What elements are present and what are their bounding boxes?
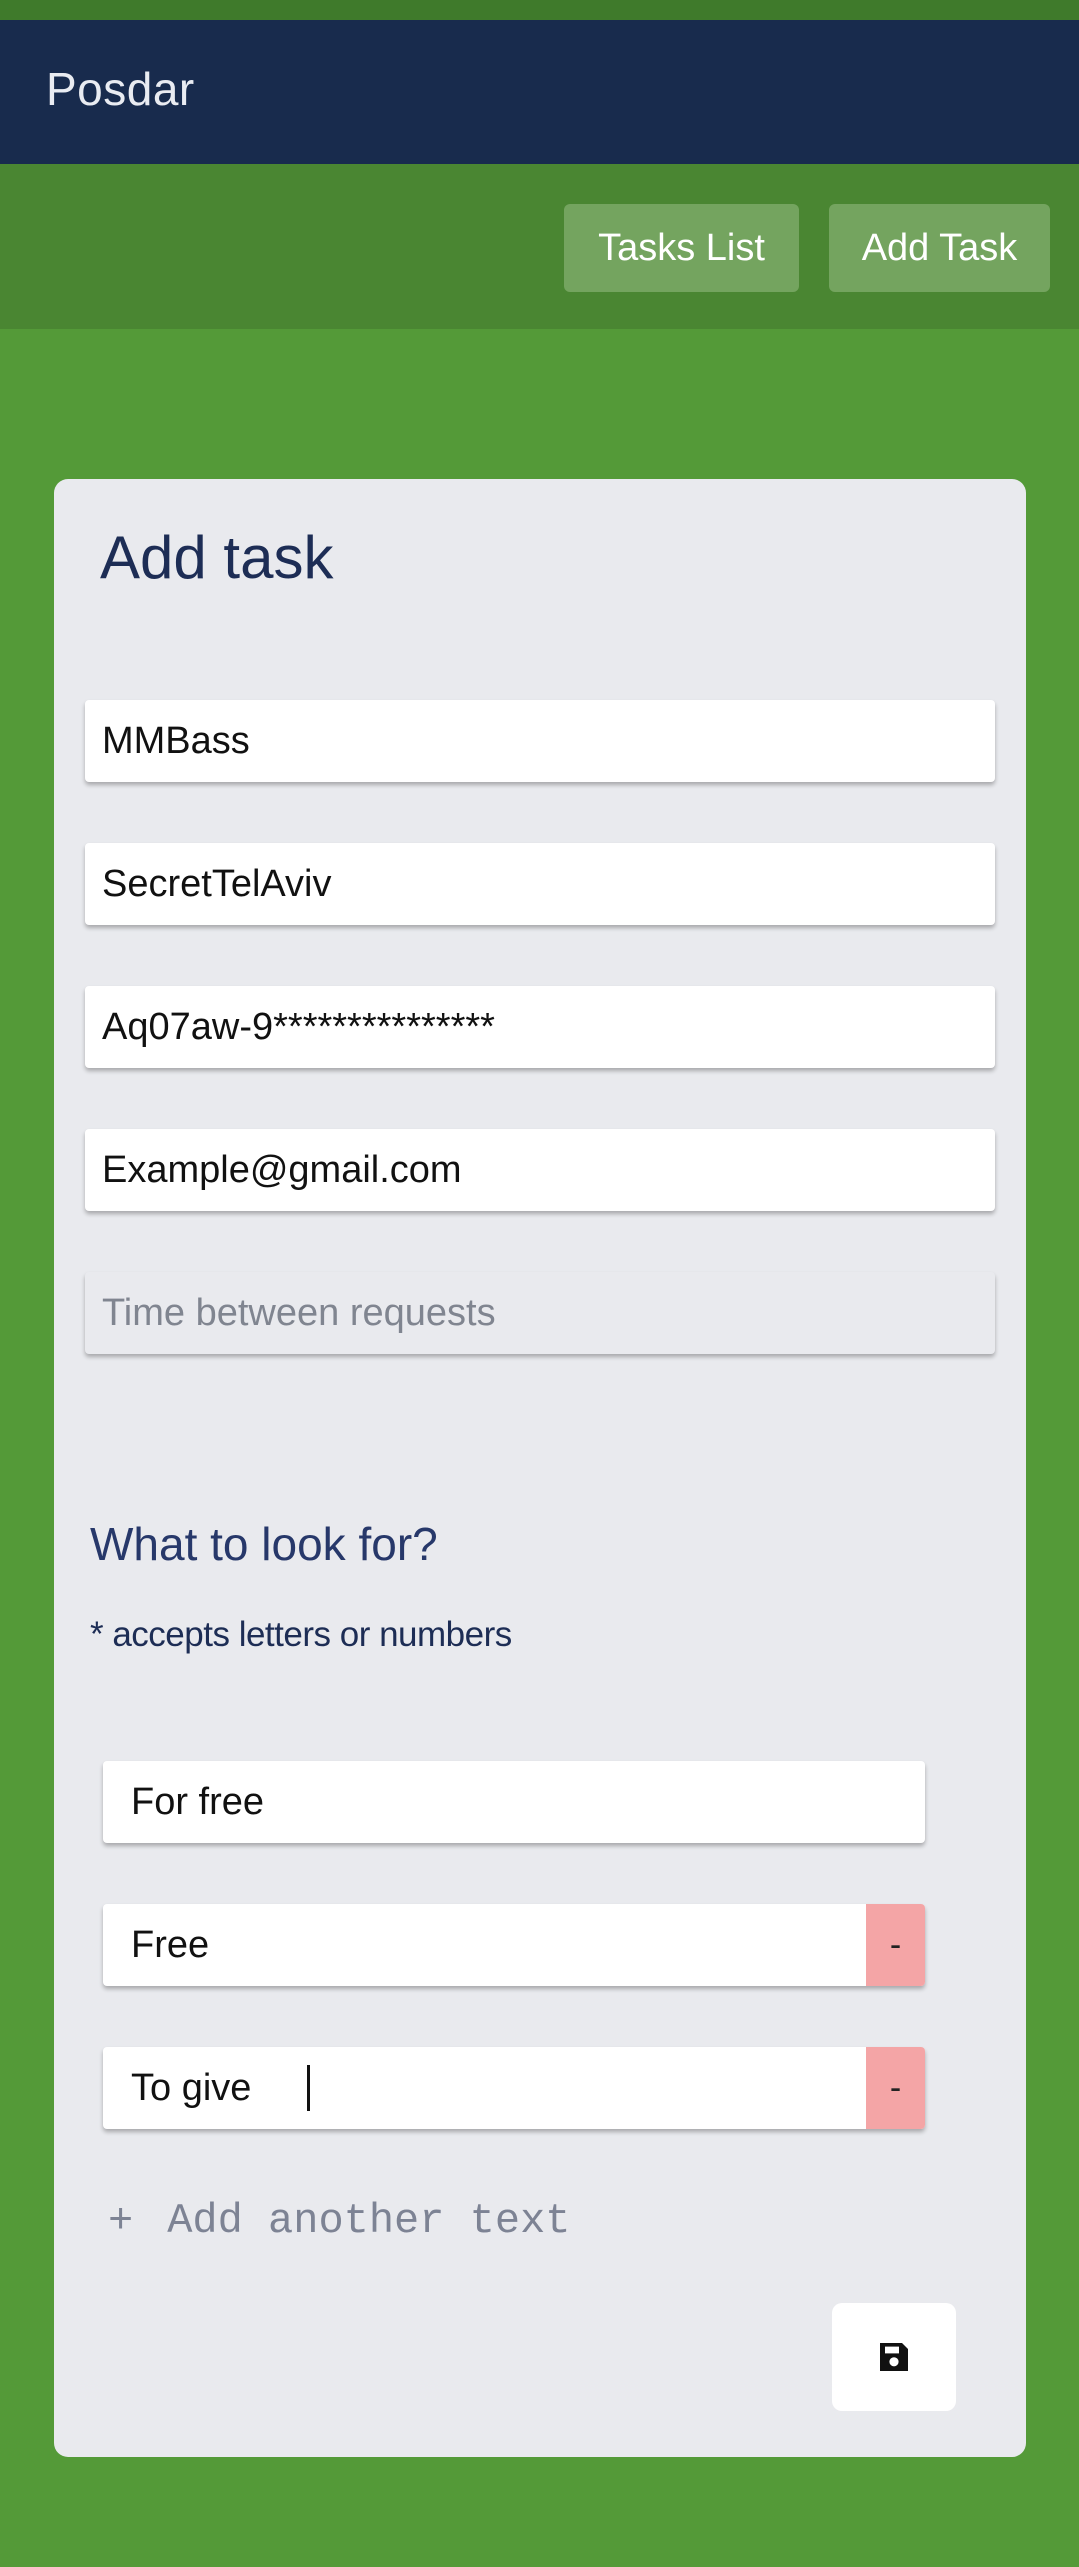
time-between-requests-field[interactable]: [85, 1272, 995, 1354]
text-cursor: [307, 2065, 310, 2111]
add-another-text-label: Add another text: [167, 2197, 571, 2245]
app-title[interactable]: Posdar: [46, 62, 195, 116]
add-task-button[interactable]: Add Task: [829, 204, 1050, 292]
remove-term-button[interactable]: -: [866, 2047, 925, 2129]
remove-term-button[interactable]: -: [866, 1904, 925, 1986]
top-strip: [0, 0, 1079, 20]
navbar: Posdar: [0, 20, 1079, 164]
search-section-title: What to look for?: [90, 1518, 438, 1570]
add-task-card: Add task What to look for? * accepts let…: [54, 479, 1026, 2457]
search-term-row: [103, 1761, 925, 1843]
search-term-input[interactable]: [103, 1761, 863, 1843]
save-button[interactable]: [832, 2303, 956, 2411]
token-field[interactable]: [85, 986, 995, 1068]
search-term-input[interactable]: [103, 1904, 863, 1986]
search-term-row: -: [103, 1904, 925, 1986]
search-term-input[interactable]: [103, 2047, 863, 2129]
page-title: Add task: [100, 524, 334, 591]
add-another-text-button[interactable]: + Add another text: [108, 2197, 570, 2245]
tasks-list-button[interactable]: Tasks List: [564, 204, 799, 292]
username-field[interactable]: [85, 700, 995, 782]
toolbar: Tasks List Add Task: [0, 164, 1079, 329]
search-hint: * accepts letters or numbers: [90, 1615, 512, 1654]
plus-icon: +: [108, 2197, 134, 2245]
search-term-row: -: [103, 2047, 925, 2129]
group-name-field[interactable]: [85, 843, 995, 925]
floppy-disk-icon: [880, 2343, 908, 2371]
email-field[interactable]: [85, 1129, 995, 1211]
